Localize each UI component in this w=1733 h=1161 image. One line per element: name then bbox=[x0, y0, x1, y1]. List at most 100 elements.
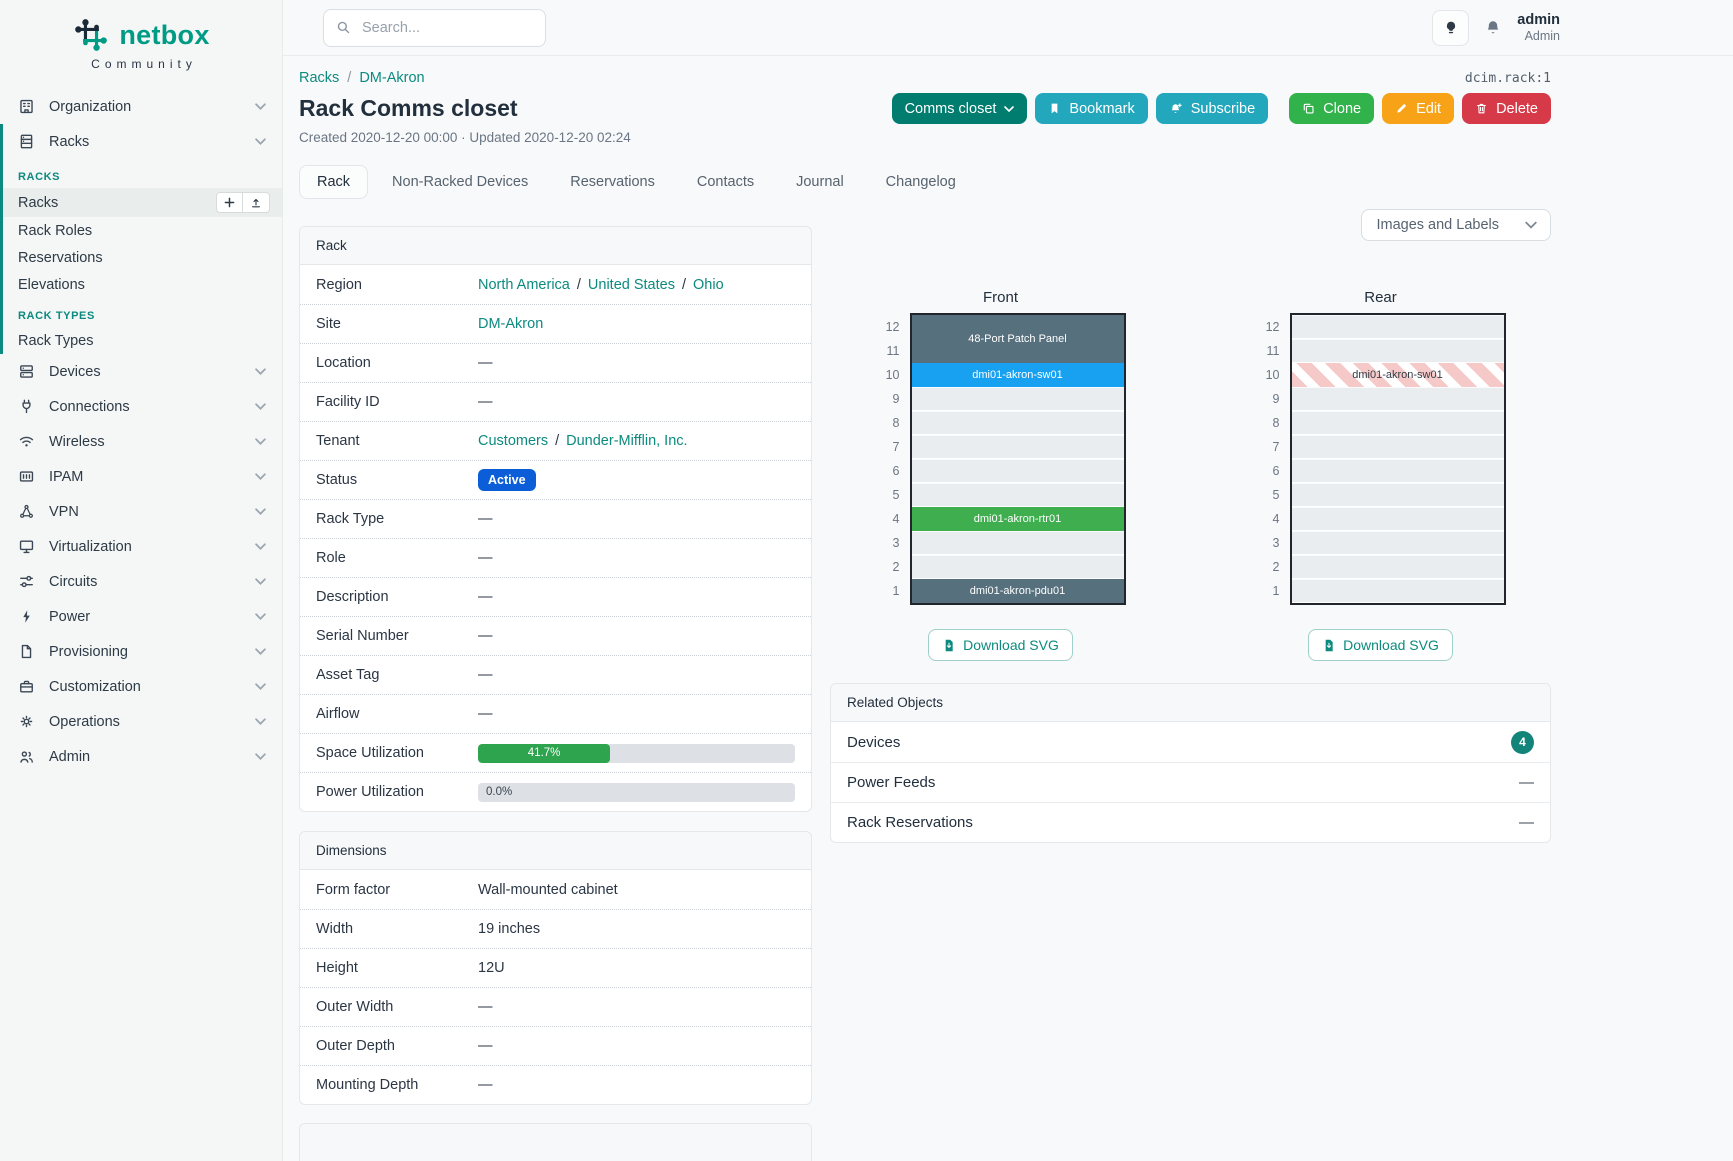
sidebar-item-customization[interactable]: Customization bbox=[0, 669, 282, 704]
empty-rack-unit[interactable] bbox=[1292, 555, 1504, 579]
sidebar-item-virtualization[interactable]: Virtualization bbox=[0, 529, 282, 564]
sidebar-item-admin[interactable]: Admin bbox=[0, 739, 282, 774]
download-svg-rear-button[interactable]: Download SVG bbox=[1308, 629, 1453, 661]
main-area: admin Admin Racks/DM-Akron dcim.rack:1 R… bbox=[283, 0, 1733, 1161]
bookmark-icon bbox=[1048, 102, 1061, 115]
rack-group-dropdown[interactable]: Comms closet bbox=[892, 93, 1028, 124]
tenant-group-link[interactable]: Customers bbox=[478, 433, 548, 449]
front-rack-diagram: 48-Port Patch Panel dmi01-akron-sw01 dmi… bbox=[910, 313, 1126, 605]
racks-quick-actions bbox=[216, 192, 270, 213]
edit-button[interactable]: Edit bbox=[1382, 93, 1454, 124]
sidebar-item-elevations[interactable]: Elevations bbox=[3, 271, 282, 298]
sidebar-item-label: Reservations bbox=[18, 250, 103, 266]
chevron-down-icon bbox=[255, 718, 266, 725]
rack-device[interactable]: dmi01-akron-sw01 bbox=[1292, 363, 1504, 387]
related-objects-title: Related Objects bbox=[831, 684, 1550, 722]
breadcrumb-site-link[interactable]: DM-Akron bbox=[359, 70, 424, 86]
tab-rack[interactable]: Rack bbox=[299, 165, 368, 199]
add-rack-button[interactable] bbox=[216, 192, 243, 213]
sidebar-item-operations[interactable]: Operations bbox=[0, 704, 282, 739]
tab-changelog[interactable]: Changelog bbox=[868, 165, 974, 199]
sidebar-item-reservations[interactable]: Reservations bbox=[3, 244, 282, 271]
sidebar-item-racks[interactable]: Racks bbox=[3, 188, 282, 217]
empty-rack-unit[interactable] bbox=[912, 555, 1124, 579]
empty-rack-unit[interactable] bbox=[912, 483, 1124, 507]
table-row: Role — bbox=[300, 538, 811, 577]
empty-rack-unit[interactable] bbox=[1292, 435, 1504, 459]
netbox-logo[interactable]: netbox Community bbox=[0, 0, 282, 73]
breadcrumb-racks-link[interactable]: Racks bbox=[299, 70, 339, 86]
tab-journal[interactable]: Journal bbox=[778, 165, 862, 199]
sidebar-section-rack-types: RACK TYPES bbox=[3, 298, 282, 327]
elevation-view-select[interactable]: Images and Labels bbox=[1361, 209, 1551, 241]
sidebar-item-label: Rack Roles bbox=[18, 223, 92, 239]
sidebar-item-rack-types[interactable]: Rack Types bbox=[3, 327, 282, 354]
sidebar-item-label: Provisioning bbox=[49, 644, 128, 660]
related-devices-link[interactable]: Devices bbox=[847, 734, 900, 751]
sliders-icon bbox=[18, 573, 35, 590]
rack-device[interactable]: dmi01-akron-rtr01 bbox=[912, 507, 1124, 531]
empty-rack-unit[interactable] bbox=[1292, 531, 1504, 555]
related-power-feeds-link[interactable]: Power Feeds bbox=[847, 774, 935, 791]
rack-device[interactable]: dmi01-akron-pdu01 bbox=[912, 579, 1124, 603]
empty-rack-unit[interactable] bbox=[912, 435, 1124, 459]
sidebar-item-label: Wireless bbox=[49, 434, 105, 450]
sidebar-item-label: Racks bbox=[49, 134, 89, 150]
sidebar-item-ipam[interactable]: IPAM bbox=[0, 459, 282, 494]
empty-rack-unit[interactable] bbox=[1292, 339, 1504, 363]
region-link[interactable]: North America bbox=[478, 277, 570, 293]
sidebar-item-label: Elevations bbox=[18, 277, 85, 293]
region-link[interactable]: United States bbox=[588, 277, 675, 293]
site-link[interactable]: DM-Akron bbox=[478, 316, 543, 332]
sidebar-item-circuits[interactable]: Circuits bbox=[0, 564, 282, 599]
empty-rack-unit[interactable] bbox=[1292, 459, 1504, 483]
dimensions-panel-title: Dimensions bbox=[300, 832, 811, 870]
empty-rack-unit[interactable] bbox=[912, 459, 1124, 483]
empty-rack-unit[interactable] bbox=[1292, 483, 1504, 507]
sidebar-item-racks-group[interactable]: Racks bbox=[3, 124, 282, 159]
delete-button[interactable]: Delete bbox=[1462, 93, 1551, 124]
empty-rack-unit[interactable] bbox=[1292, 507, 1504, 531]
empty-rack-unit[interactable] bbox=[1292, 579, 1504, 603]
subscribe-button[interactable]: Subscribe bbox=[1156, 93, 1268, 124]
chevron-down-icon bbox=[255, 578, 266, 585]
sidebar-item-connections[interactable]: Connections bbox=[0, 389, 282, 424]
import-racks-button[interactable] bbox=[243, 192, 270, 213]
empty-rack-unit[interactable] bbox=[912, 531, 1124, 555]
sidebar-item-rack-roles[interactable]: Rack Roles bbox=[3, 217, 282, 244]
briefcase-icon bbox=[18, 678, 35, 695]
search-input[interactable] bbox=[360, 19, 533, 37]
notifications-button[interactable] bbox=[1484, 19, 1502, 37]
sidebar-item-wireless[interactable]: Wireless bbox=[0, 424, 282, 459]
bell-plus-icon bbox=[1169, 102, 1183, 116]
sidebar-item-organization[interactable]: Organization bbox=[0, 89, 282, 124]
empty-rack-unit[interactable] bbox=[1292, 411, 1504, 435]
clone-button[interactable]: Clone bbox=[1289, 93, 1374, 124]
sidebar-item-devices[interactable]: Devices bbox=[0, 354, 282, 389]
rack-device[interactable]: 48-Port Patch Panel bbox=[912, 315, 1124, 363]
user-menu[interactable]: admin Admin bbox=[1517, 12, 1560, 44]
related-rack-reservations-link[interactable]: Rack Reservations bbox=[847, 814, 973, 831]
empty-rack-unit[interactable] bbox=[912, 387, 1124, 411]
bookmark-button[interactable]: Bookmark bbox=[1035, 93, 1147, 124]
sidebar-item-vpn[interactable]: VPN bbox=[0, 494, 282, 529]
rack-device[interactable]: dmi01-akron-sw01 bbox=[912, 363, 1124, 387]
tab-non-racked-devices[interactable]: Non-Racked Devices bbox=[374, 165, 546, 199]
theme-toggle-button[interactable] bbox=[1432, 10, 1469, 46]
tab-reservations[interactable]: Reservations bbox=[552, 165, 673, 199]
download-svg-front-button[interactable]: Download SVG bbox=[928, 629, 1073, 661]
front-elevation-title: Front bbox=[983, 289, 1018, 306]
sidebar-item-provisioning[interactable]: Provisioning bbox=[0, 634, 282, 669]
bell-icon bbox=[1484, 19, 1502, 37]
table-row: Asset Tag — bbox=[300, 655, 811, 694]
empty-rack-unit[interactable] bbox=[1292, 387, 1504, 411]
empty-rack-unit[interactable] bbox=[1292, 315, 1504, 339]
tenant-link[interactable]: Dunder-Mifflin, Inc. bbox=[566, 433, 687, 449]
region-link[interactable]: Ohio bbox=[693, 277, 724, 293]
table-row: Form factor Wall-mounted cabinet bbox=[300, 870, 811, 909]
tab-contacts[interactable]: Contacts bbox=[679, 165, 772, 199]
empty-rack-unit[interactable] bbox=[912, 411, 1124, 435]
sidebar-item-label: Circuits bbox=[49, 574, 97, 590]
related-objects-row: Rack Reservations — bbox=[831, 802, 1550, 842]
sidebar-item-power[interactable]: Power bbox=[0, 599, 282, 634]
